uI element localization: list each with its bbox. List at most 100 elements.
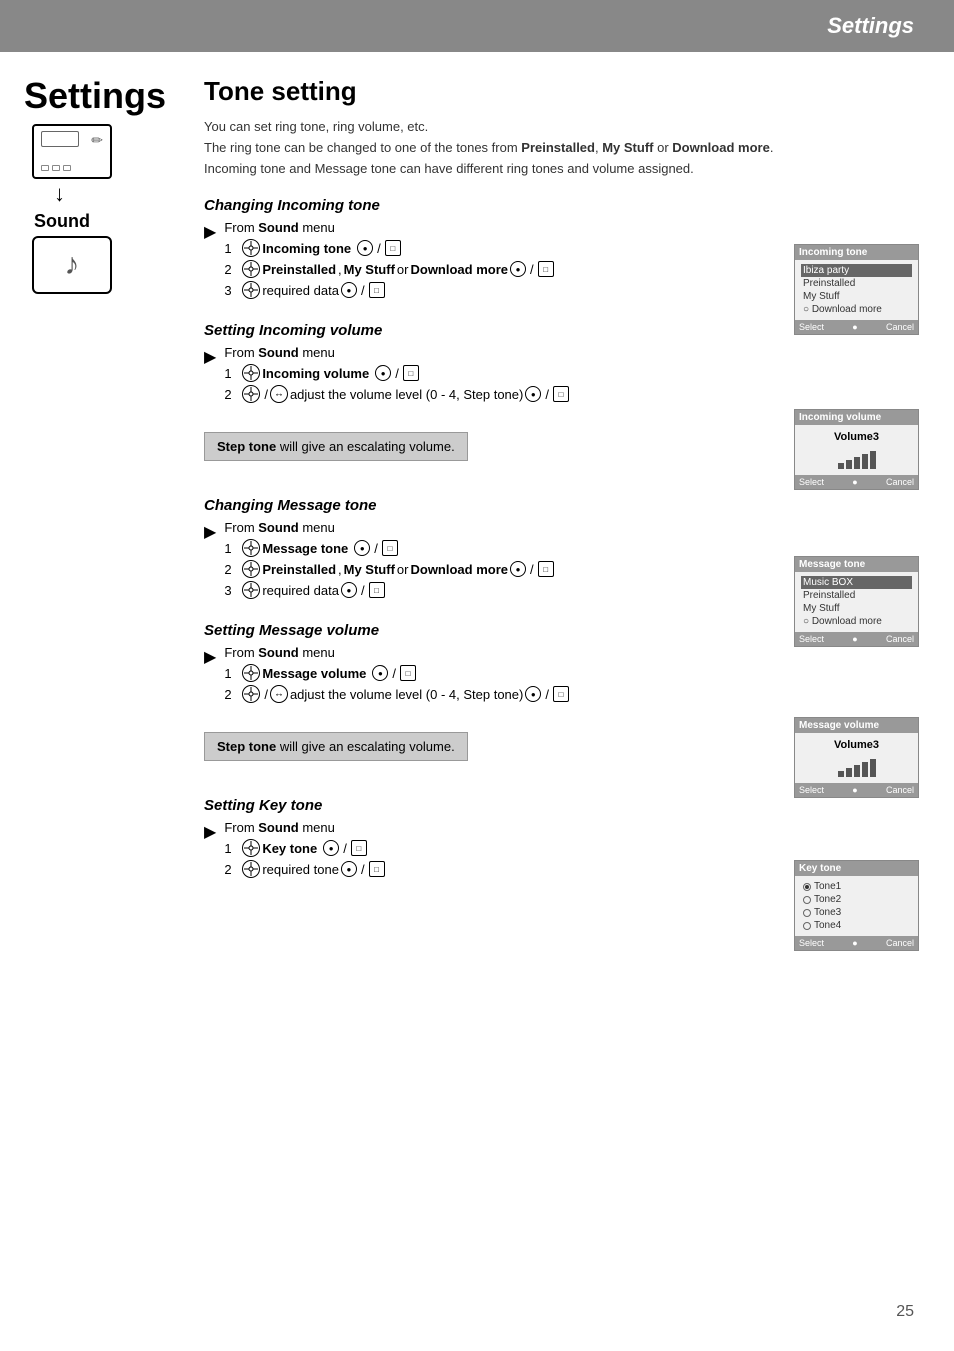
section-arrow-icon: ▶ bbox=[204, 347, 216, 367]
from-sound-2: From Sound menu bbox=[224, 345, 794, 360]
step-2-key-tone: 2 required tone ● / □ bbox=[224, 860, 794, 878]
screen-radio-tone2: Tone2 bbox=[801, 893, 912, 906]
header-bar: Settings bbox=[0, 0, 954, 52]
tone3-label: Tone3 bbox=[814, 907, 841, 918]
back-btn: □ bbox=[538, 261, 554, 277]
article: Tone setting You can set ring tone, ring… bbox=[184, 76, 794, 1291]
section-block-message-tone: ▶ From Sound menu 1 Message tone bbox=[204, 520, 794, 602]
bar-3 bbox=[854, 457, 860, 469]
section-arrow-icon: ▶ bbox=[204, 522, 216, 542]
radio-selected bbox=[803, 883, 811, 891]
message-volume-screen: Message volume Volume3 Select ● Cancel bbox=[794, 717, 919, 798]
spacer-vol1 bbox=[794, 341, 924, 409]
back-btn: □ bbox=[369, 582, 385, 598]
back-btn: □ bbox=[369, 282, 385, 298]
select-label: Select bbox=[799, 477, 824, 487]
bar-3 bbox=[854, 765, 860, 777]
select-btn: ● bbox=[510, 261, 526, 277]
cancel-label: Cancel bbox=[886, 477, 914, 487]
nav-icon bbox=[242, 385, 260, 403]
screen-radio-tone3: Tone3 bbox=[801, 906, 912, 919]
select-label: Select bbox=[799, 785, 824, 795]
section-incoming-volume: Setting Incoming volume ▶ From Sound men… bbox=[204, 322, 794, 477]
select-btn: ● bbox=[357, 240, 373, 256]
screen-item-musicbox: Music BOX bbox=[801, 576, 912, 589]
nav-icon bbox=[242, 364, 260, 382]
nav-icon bbox=[242, 860, 260, 878]
back-btn: □ bbox=[382, 540, 398, 556]
bar-5 bbox=[870, 759, 876, 777]
screen-bottom-incoming-tone: Select ● Cancel bbox=[795, 320, 918, 334]
nav-lr-icon bbox=[270, 385, 288, 403]
incoming-tone-screen: Incoming tone Ibiza party Preinstalled M… bbox=[794, 244, 919, 335]
select-btn: ● bbox=[341, 282, 357, 298]
section-block-incoming-tone: ▶ From Sound menu 1 Incoming tone bbox=[204, 220, 794, 302]
sidebar-title: Settings bbox=[24, 76, 184, 116]
cancel-label: Cancel bbox=[886, 322, 914, 332]
back-btn: □ bbox=[351, 840, 367, 856]
section-heading-message-volume: Setting Message volume bbox=[204, 622, 794, 639]
header-title: Settings bbox=[827, 13, 914, 39]
volume-label-message: Volume3 bbox=[799, 739, 914, 751]
sidebar-icons: ✏ ↓ Sound ♪ bbox=[24, 124, 184, 294]
from-sound-5: From Sound menu bbox=[224, 820, 794, 835]
section-block-key-tone: ▶ From Sound menu 1 Key tone bbox=[204, 820, 794, 881]
select-btn: ● bbox=[341, 861, 357, 877]
screen-title-key-tone: Key tone bbox=[795, 861, 918, 876]
step-tone-note-1: Step tone will give an escalating volume… bbox=[204, 432, 468, 461]
nav-lr-icon bbox=[270, 685, 288, 703]
section-message-volume: Setting Message volume ▶ From Sound menu… bbox=[204, 622, 794, 777]
btn-label: ● bbox=[852, 322, 857, 332]
radio-unselected bbox=[803, 922, 811, 930]
step-2-incoming-volume: 2 / adjust the volume level (0 - 4, Step… bbox=[224, 385, 794, 403]
btn-label: ● bbox=[852, 634, 857, 644]
spacer-key bbox=[794, 804, 924, 860]
nav-icon bbox=[242, 581, 260, 599]
intro-text: You can set ring tone, ring volume, etc.… bbox=[204, 117, 794, 179]
phone-icon: ✏ bbox=[32, 124, 112, 179]
from-sound-3: From Sound menu bbox=[224, 520, 794, 535]
key-row bbox=[41, 165, 71, 171]
back-btn: □ bbox=[403, 365, 419, 381]
section-content-key-tone: From Sound menu 1 Key tone ● / bbox=[224, 820, 794, 881]
select-label: Select bbox=[799, 634, 824, 644]
screen-body-key-tone: Tone1 Tone2 Tone3 Tone4 bbox=[795, 876, 918, 936]
step-3-message-tone: 3 required data ● / □ bbox=[224, 581, 794, 599]
select-btn: ● bbox=[510, 561, 526, 577]
section-content-message-volume: From Sound menu 1 Message volume ● bbox=[224, 645, 794, 706]
select-label: Select bbox=[799, 938, 824, 948]
select-btn: ● bbox=[525, 686, 541, 702]
screen-radio-tone4: Tone4 bbox=[801, 919, 912, 932]
btn-label: ● bbox=[852, 477, 857, 487]
section-content-incoming-volume: From Sound menu 1 Incoming volume ● bbox=[224, 345, 794, 406]
nav-icon bbox=[242, 664, 260, 682]
screen-title-incoming-volume: Incoming volume bbox=[795, 410, 918, 425]
step-1-key-tone: 1 Key tone ● / □ bbox=[224, 839, 794, 857]
select-btn: ● bbox=[323, 840, 339, 856]
music-icon: ♪ bbox=[32, 236, 112, 294]
key-tone-screen: Key tone Tone1 Tone2 Tone3 bbox=[794, 860, 919, 951]
bar-5 bbox=[870, 451, 876, 469]
screen-item-preinstalled-msg: Preinstalled bbox=[801, 589, 912, 602]
section-arrow-icon: ▶ bbox=[204, 647, 216, 667]
step-tone-note-2: Step tone will give an escalating volume… bbox=[204, 732, 468, 761]
vol-bars-incoming bbox=[799, 447, 914, 469]
step-1-incoming-tone: 1 Incoming tone ● / □ bbox=[224, 239, 794, 257]
bar-2 bbox=[846, 768, 852, 777]
screen-bottom-incoming-volume: Select ● Cancel bbox=[795, 475, 918, 489]
nav-icon bbox=[242, 281, 260, 299]
btn-label: ● bbox=[852, 785, 857, 795]
cancel-label: Cancel bbox=[886, 938, 914, 948]
step-1-incoming-volume: 1 Incoming volume ● / □ bbox=[224, 364, 794, 382]
screen-item-download-msg: ○ Download more bbox=[801, 615, 912, 628]
back-btn: □ bbox=[400, 665, 416, 681]
screen-bottom-key-tone: Select ● Cancel bbox=[795, 936, 918, 950]
screen-rect bbox=[41, 131, 79, 147]
screen-item-ibiza: Ibiza party bbox=[801, 264, 912, 277]
screen-volume-incoming: Volume3 bbox=[795, 425, 918, 475]
message-tone-screen: Message tone Music BOX Preinstalled My S… bbox=[794, 556, 919, 647]
section-key-tone: Setting Key tone ▶ From Sound menu 1 bbox=[204, 797, 794, 881]
tone2-label: Tone2 bbox=[814, 894, 841, 905]
section-arrow-icon: ▶ bbox=[204, 222, 216, 242]
select-btn: ● bbox=[525, 386, 541, 402]
